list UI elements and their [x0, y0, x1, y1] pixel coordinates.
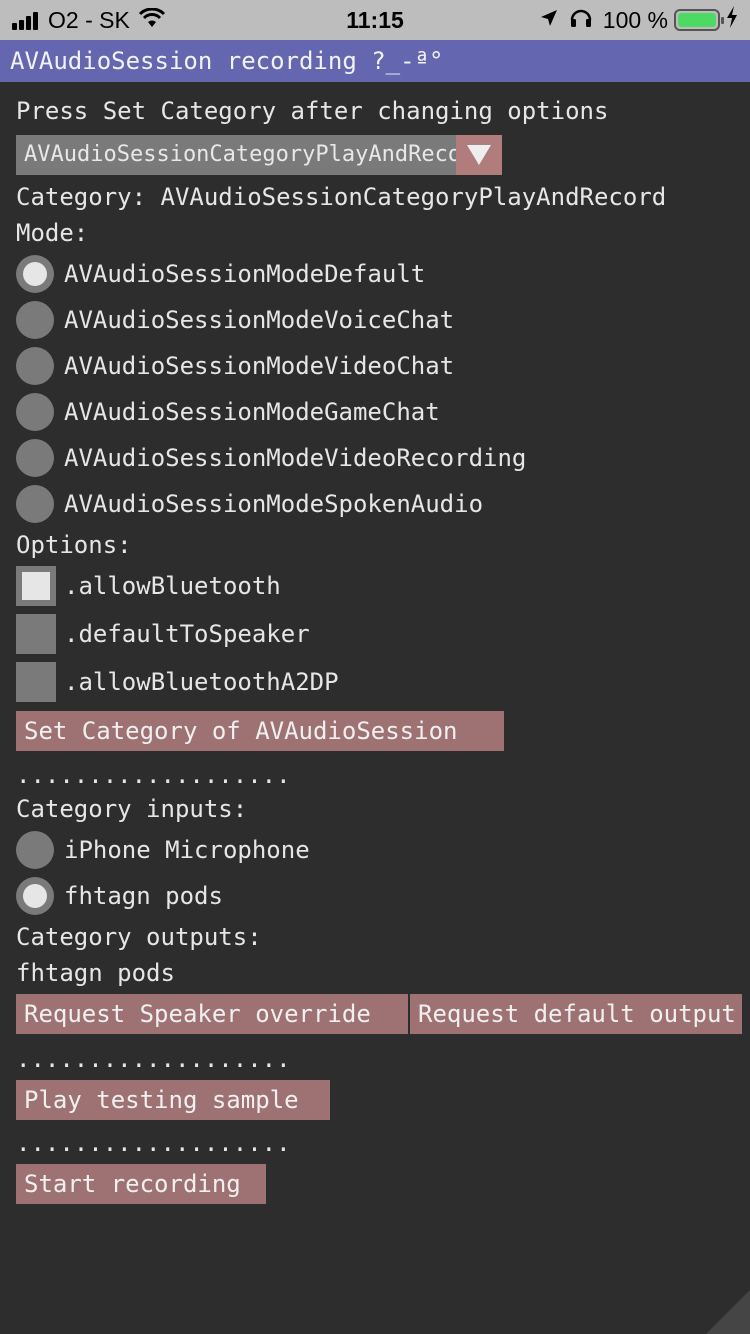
charging-bolt-icon — [726, 6, 738, 34]
radio-circle[interactable] — [16, 485, 54, 523]
separator: ................... — [16, 1129, 291, 1157]
checkbox-label: .defaultToSpeaker — [64, 620, 310, 648]
triangle-down-icon[interactable] — [456, 135, 502, 175]
checkbox-box[interactable] — [16, 614, 56, 654]
instructions-text: Press Set Category after changing option… — [16, 97, 609, 125]
set-category-button[interactable]: Set Category of AVAudioSession — [16, 711, 504, 751]
radio-label: iPhone Microphone — [64, 836, 310, 864]
checkbox-box[interactable] — [16, 566, 56, 606]
battery-fill — [678, 13, 716, 27]
window-title: AVAudioSession recording ?_-ª° — [10, 47, 444, 75]
radio-circle[interactable] — [16, 301, 54, 339]
category-combo-value[interactable]: AVAudioSessionCategoryPlayAndRecord — [16, 135, 456, 175]
category-combo[interactable]: AVAudioSessionCategoryPlayAndRecord — [16, 135, 502, 175]
radio-label: AVAudioSessionModeSpokenAudio — [64, 490, 484, 518]
radio-mode-game-chat[interactable]: AVAudioSessionModeGameChat — [16, 392, 440, 432]
radio-input-fhtagn-pods[interactable]: fhtagn pods — [16, 876, 223, 916]
radio-circle[interactable] — [16, 393, 54, 431]
window-title-bar[interactable]: AVAudioSession recording ?_-ª° — [0, 40, 750, 82]
separator: ................... — [16, 1045, 291, 1073]
category-current-text: Category: AVAudioSessionCategoryPlayAndR… — [16, 183, 667, 211]
checkbox-label: .allowBluetoothA2DP — [64, 668, 339, 696]
radio-mode-voice-chat[interactable]: AVAudioSessionModeVoiceChat — [16, 300, 454, 340]
checkbox-allow-bluetooth[interactable]: .allowBluetooth — [16, 566, 281, 606]
radio-label: fhtagn pods — [64, 882, 223, 910]
battery-icon — [674, 9, 724, 31]
play-testing-sample-button[interactable]: Play testing sample — [16, 1080, 330, 1120]
radio-label: AVAudioSessionModeVideoChat — [64, 352, 455, 380]
radio-mode-video-recording[interactable]: AVAudioSessionModeVideoRecording — [16, 438, 526, 478]
status-bar: O2 - SK 11:15 100 % — [0, 0, 750, 40]
radio-circle[interactable] — [16, 831, 54, 869]
location-arrow-icon — [539, 7, 559, 34]
category-inputs-label: Category inputs: — [16, 795, 248, 823]
radio-label: AVAudioSessionModeGameChat — [64, 398, 440, 426]
request-default-output-button[interactable]: Request default output — [410, 994, 742, 1034]
radio-label: AVAudioSessionModeVoiceChat — [64, 306, 455, 334]
radio-circle[interactable] — [16, 255, 54, 293]
request-speaker-override-button[interactable]: Request Speaker override — [16, 994, 408, 1034]
radio-circle[interactable] — [16, 877, 54, 915]
battery-percent: 100 % — [602, 6, 668, 33]
category-outputs-value: fhtagn pods — [16, 959, 175, 987]
radio-label: AVAudioSessionModeVideoRecording — [64, 444, 527, 472]
radio-circle[interactable] — [16, 347, 54, 385]
headphones-icon — [569, 6, 593, 34]
radio-mode-video-chat[interactable]: AVAudioSessionModeVideoChat — [16, 346, 454, 386]
mode-label: Mode: — [16, 219, 89, 247]
radio-mode-spoken-audio[interactable]: AVAudioSessionModeSpokenAudio — [16, 484, 483, 524]
category-outputs-label: Category outputs: — [16, 923, 262, 951]
radio-circle[interactable] — [16, 439, 54, 477]
radio-label: AVAudioSessionModeDefault — [64, 260, 426, 288]
start-recording-button[interactable]: Start recording — [16, 1164, 266, 1204]
radio-mode-default[interactable]: AVAudioSessionModeDefault — [16, 254, 425, 294]
resize-grip[interactable] — [706, 1290, 750, 1334]
checkbox-default-to-speaker[interactable]: .defaultToSpeaker — [16, 614, 310, 654]
checkbox-allow-bluetooth-a2dp[interactable]: .allowBluetoothA2DP — [16, 662, 339, 702]
checkbox-label: .allowBluetooth — [64, 572, 281, 600]
status-right: 100 % — [539, 6, 738, 34]
options-label: Options: — [16, 531, 132, 559]
checkbox-box[interactable] — [16, 662, 56, 702]
separator: ................... — [16, 761, 291, 789]
radio-input-iphone-microphone[interactable]: iPhone Microphone — [16, 830, 310, 870]
